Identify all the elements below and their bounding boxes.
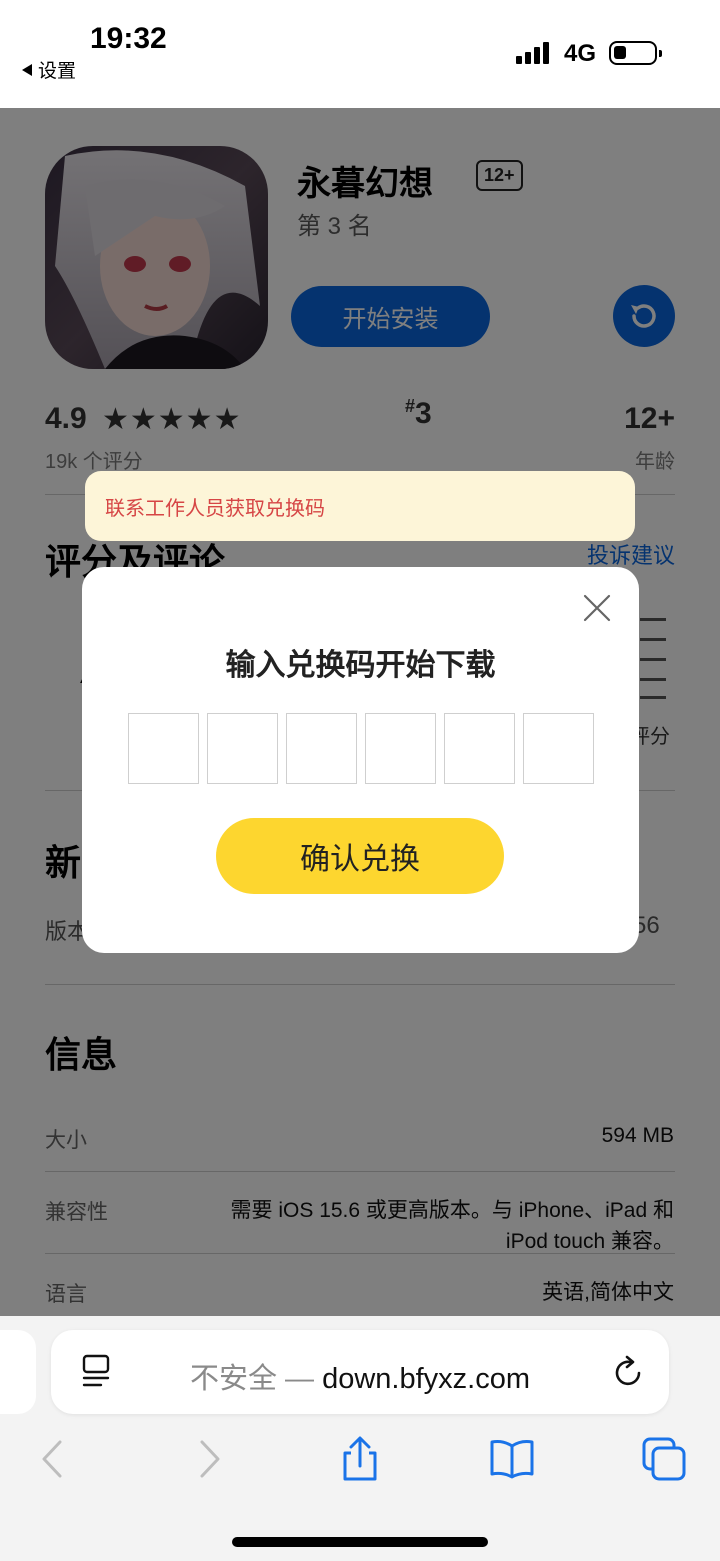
- forward-icon[interactable]: [186, 1436, 232, 1482]
- share-icon[interactable]: [337, 1436, 383, 1482]
- close-icon[interactable]: [582, 593, 612, 623]
- url-text: 不安全 — down.bfyxz.com: [189, 1363, 531, 1395]
- clock: 19:32: [90, 22, 167, 55]
- code-input-group: [128, 713, 594, 784]
- back-icon[interactable]: [30, 1436, 76, 1482]
- status-bar: 19:32 设置 4G: [0, 0, 720, 108]
- confirm-redeem-button[interactable]: 确认兑换: [216, 818, 504, 894]
- code-input-box[interactable]: [128, 713, 199, 784]
- signal-icon: [516, 42, 549, 64]
- code-input-box[interactable]: [286, 713, 357, 784]
- bookmarks-icon[interactable]: [489, 1436, 535, 1482]
- reload-icon[interactable]: [613, 1355, 645, 1389]
- toast-message: 联系工作人员获取兑换码: [85, 471, 635, 541]
- address-bar[interactable]: 不安全 — down.bfyxz.com: [51, 1330, 669, 1414]
- home-indicator[interactable]: [232, 1537, 488, 1547]
- code-input-box[interactable]: [444, 713, 515, 784]
- network-type: 4G: [564, 40, 597, 67]
- battery-icon: [609, 41, 662, 65]
- dialog-title: 输入兑换码开始下载: [225, 649, 496, 682]
- redeem-code-dialog: 输入兑换码开始下载 确认兑换: [82, 567, 639, 953]
- back-to-settings[interactable]: 设置: [22, 56, 76, 83]
- code-input-box[interactable]: [207, 713, 278, 784]
- back-arrow-icon: [22, 63, 32, 76]
- previous-tab-preview[interactable]: [0, 1330, 36, 1414]
- back-app-label: 设置: [38, 61, 77, 82]
- code-input-box[interactable]: [365, 713, 436, 784]
- safari-toolbar: 不安全 — down.bfyxz.com: [0, 1316, 720, 1561]
- tabs-icon[interactable]: [641, 1436, 687, 1482]
- code-input-box[interactable]: [523, 713, 594, 784]
